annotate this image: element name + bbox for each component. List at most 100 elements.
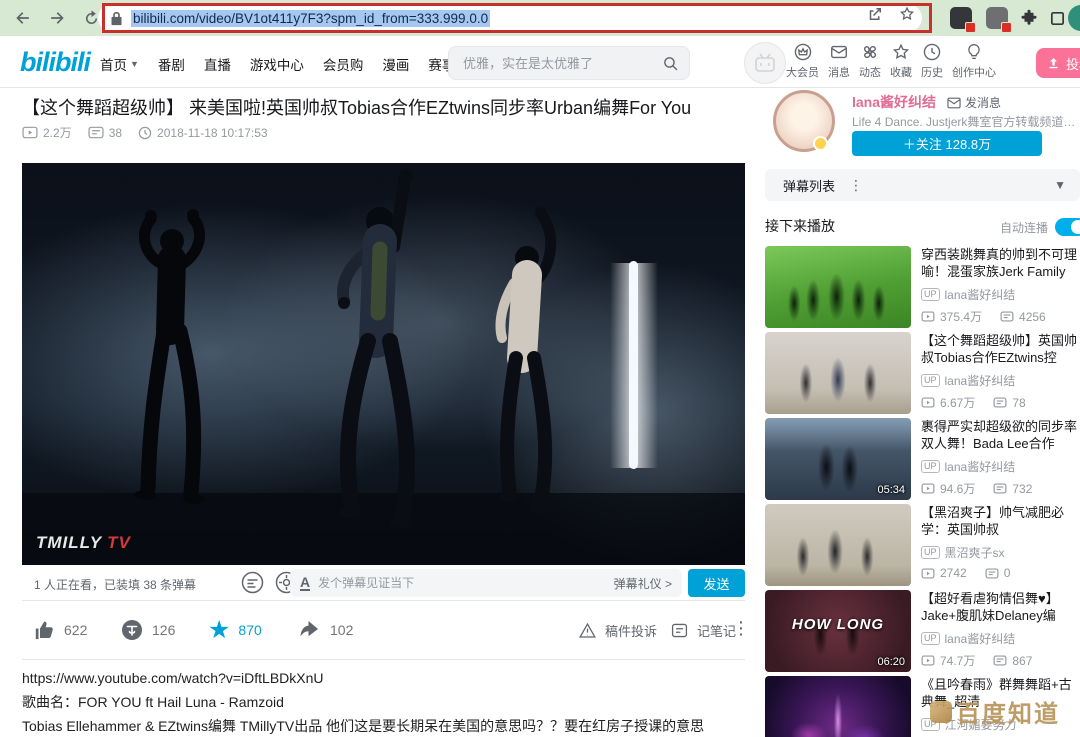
menu-vip[interactable]: 大会员: [786, 42, 819, 80]
danmaku-icon: [88, 126, 104, 139]
menu-dynamics[interactable]: 动态: [859, 42, 881, 80]
danmaku-etiquette-link[interactable]: 弹幕礼仪 >: [614, 575, 672, 592]
search-input[interactable]: [463, 56, 662, 71]
menu-messages[interactable]: 消息: [828, 42, 850, 80]
recommended-video-5[interactable]: HOW LONG 06:20 【超好看虐狗情侣舞♥】Jake+腹肌妹Delane…: [765, 590, 1080, 672]
favorite-button[interactable]: ★ 870: [208, 618, 262, 642]
browser-forward-icon[interactable]: [46, 7, 68, 29]
follow-button[interactable]: ＋关注 128.8万: [852, 131, 1042, 156]
recommended-video-2[interactable]: 【这个舞蹈超级帅】英国帅叔Tobias合作EZtwins控制… UP lana酱好…: [765, 332, 1080, 414]
uploader-level-badge: [813, 136, 828, 151]
video-thumbnail[interactable]: [765, 246, 911, 328]
more-options-icon[interactable]: ⋮: [732, 618, 750, 639]
uploader-name[interactable]: 黑沼爽子sx: [945, 544, 1005, 561]
share-arrow-icon: [298, 618, 322, 642]
nav-anime[interactable]: 番剧: [158, 54, 185, 74]
note-icon: [670, 621, 689, 640]
autoplay-label: 自动连播: [1000, 219, 1048, 236]
video-player[interactable]: TMILLYTV: [22, 163, 745, 565]
uploader-name[interactable]: lana酱好纠结: [945, 286, 1016, 303]
video-stats: 94.6万 732: [921, 480, 1080, 497]
address-bar[interactable]: bilibili.com/video/BV1ot411y7F3?spm_id_f…: [98, 4, 922, 32]
video-thumbnail[interactable]: 05:34: [765, 418, 911, 500]
browser-profile-avatar[interactable]: [1068, 5, 1080, 31]
bookmark-star-icon[interactable]: [898, 5, 916, 23]
description-line-song: 歌曲名：FOR YOU ft Hail Luna - Ramzoid: [22, 690, 745, 714]
lightbulb-icon: [964, 42, 984, 62]
video-title[interactable]: 穿西装跳舞真的帅到不可理喻！混蛋家族Jerk Family亚…: [921, 246, 1080, 280]
like-button[interactable]: 622: [32, 618, 87, 642]
send-message-link[interactable]: 发消息: [947, 94, 1001, 111]
video-thumbnail[interactable]: [765, 504, 911, 586]
up-badge: UP: [921, 632, 940, 645]
report-button[interactable]: 稿件投诉: [578, 621, 657, 640]
user-avatar[interactable]: [744, 42, 786, 84]
extension-icon-1[interactable]: [950, 7, 972, 29]
chevron-down-icon: ▼: [130, 59, 139, 69]
coin-button[interactable]: 126: [120, 618, 175, 642]
panel-more-icon[interactable]: ⋮: [849, 177, 863, 194]
video-stats: 74.7万 867: [921, 652, 1080, 669]
danmaku-list-panel[interactable]: 弹幕列表 ⋮ ▼: [765, 169, 1080, 201]
uploader-name[interactable]: lana酱好纠结: [852, 92, 936, 112]
up-badge: UP: [921, 288, 940, 301]
menu-favorites[interactable]: 收藏: [890, 42, 912, 80]
video-thumbnail[interactable]: [765, 332, 911, 414]
thumbnail-text: HOW LONG: [765, 616, 911, 633]
extensions-puzzle-icon[interactable]: [1018, 7, 1040, 29]
baidu-zhidao-watermark: 百度知道: [930, 694, 1060, 729]
nav-home[interactable]: 首页▼: [100, 54, 139, 74]
header-menu: 大会员 消息 动态 收藏 历史 创作中心: [786, 42, 996, 80]
action-row: 622 126 ★ 870 102 稿件投诉 记笔记 ⋮: [22, 610, 745, 654]
recommended-video-1[interactable]: 穿西装跳舞真的帅到不可理喻！混蛋家族Jerk Family亚… UP lana酱好…: [765, 246, 1080, 328]
font-style-icon[interactable]: A: [300, 575, 310, 591]
danmaku-toolbar: 1 人正在看，已装填 38 条弹幕 A 弹幕礼仪 > 发送: [22, 565, 745, 601]
video-thumbnail[interactable]: HOW LONG 06:20: [765, 590, 911, 672]
danmaku-list-label: 弹幕列表: [783, 176, 835, 195]
browser-window-icon[interactable]: [1046, 7, 1068, 29]
video-title[interactable]: 【这个舞蹈超级帅】英国帅叔Tobias合作EZtwins控制…: [921, 332, 1080, 366]
up-badge: UP: [921, 460, 940, 473]
menu-creative-center[interactable]: 创作中心: [952, 42, 996, 80]
danmaku-input[interactable]: [318, 576, 614, 590]
uploader-name[interactable]: lana酱好纠结: [945, 630, 1016, 647]
video-title[interactable]: 【超好看虐狗情侣舞♥】Jake+腹肌妹Delaney编舞…: [921, 590, 1080, 624]
video-title[interactable]: 【黑沼爽子】帅气减肥必学：英国帅叔Tobias+Eztwins双…: [921, 504, 1080, 538]
menu-history[interactable]: 历史: [921, 42, 943, 80]
up-next-label: 接下来播放: [765, 218, 835, 234]
nav-game-center[interactable]: 游戏中心: [250, 54, 304, 74]
baidu-logo-icon: [930, 701, 952, 723]
description-line-url[interactable]: https://www.youtube.com/watch?v=iDftLBDk…: [22, 666, 745, 690]
recommended-video-4[interactable]: 【黑沼爽子】帅气减肥必学：英国帅叔Tobias+Eztwins双… UP黑沼爽子…: [765, 504, 1080, 586]
nav-live[interactable]: 直播: [204, 54, 231, 74]
search-box[interactable]: [448, 46, 690, 80]
chevron-down-icon[interactable]: ▼: [1054, 178, 1066, 192]
note-button[interactable]: 记笔记: [670, 621, 736, 640]
thumbs-up-icon: [32, 618, 56, 642]
bilibili-logo[interactable]: bilibili: [20, 47, 90, 78]
video-title[interactable]: 裹得严实却超级欲的同步率双人舞！Bada Lee合作Hyun…: [921, 418, 1080, 452]
uploader-name[interactable]: lana酱好纠结: [945, 458, 1016, 475]
url-text[interactable]: bilibili.com/video/BV1ot411y7F3?spm_id_f…: [131, 10, 490, 27]
lock-icon: [110, 11, 123, 26]
up-badge: UP: [921, 374, 940, 387]
search-icon[interactable]: [662, 55, 679, 72]
autoplay-toggle[interactable]: [1055, 218, 1080, 236]
danmaku-display-icon[interactable]: [240, 570, 265, 595]
extension-badge: [1001, 22, 1012, 33]
nav-manga[interactable]: 漫画: [382, 54, 409, 74]
site-header: bilibili 首页▼ 番剧 直播 游戏中心 会员购 漫画 赛事 歌会 大会员: [0, 36, 1080, 88]
video-title: 【这个舞蹈超级帅】 来美国啦!英国帅叔Tobias合作EZtwins同步率Urb…: [22, 94, 745, 120]
nav-vip-shop[interactable]: 会员购: [323, 54, 364, 74]
browser-back-icon[interactable]: [12, 7, 34, 29]
recommended-video-3[interactable]: 05:34 裹得严实却超级欲的同步率双人舞！Bada Lee合作Hyun… UP…: [765, 418, 1080, 500]
share-page-icon[interactable]: [866, 5, 884, 23]
play-count-icon: [921, 311, 935, 322]
share-button[interactable]: 102: [298, 618, 353, 642]
video-thumbnail[interactable]: [765, 676, 911, 737]
extension-icon-2[interactable]: [986, 7, 1008, 29]
upload-button[interactable]: 投稿: [1036, 48, 1080, 78]
send-danmaku-button[interactable]: 发送: [688, 569, 745, 597]
uploader-name[interactable]: lana酱好纠结: [945, 372, 1016, 389]
view-count: 2.2万: [22, 124, 72, 141]
